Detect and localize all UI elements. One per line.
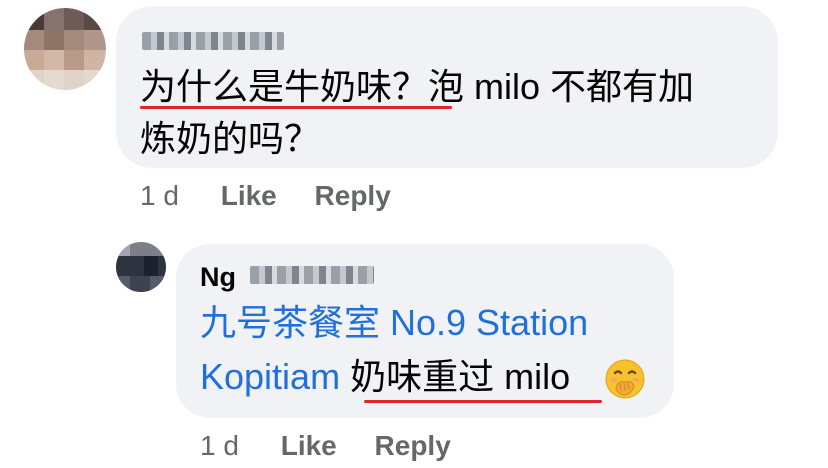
page-mention-link[interactable]: Kopitiam [200, 356, 340, 397]
avatar-pixel [24, 8, 44, 30]
avatar-pixel [84, 8, 106, 30]
comment-text-line: 炼奶的吗？ [140, 118, 321, 159]
comment-text-line: 九号茶餐室 No.9 Station [200, 296, 588, 350]
red-underline-annotation [140, 106, 452, 109]
comment-text: 泡 milo 不都有加 [428, 66, 695, 107]
avatar-pixel [116, 242, 130, 256]
comment-text-line: Kopitiam 奶味重过 milo [200, 350, 570, 404]
red-underline-annotation [364, 400, 602, 403]
comment-text-underlined: 为什么是牛奶味？ [140, 66, 429, 107]
comment-actions: 1 d Like Reply [140, 180, 421, 212]
reply-button[interactable]: Reply [315, 180, 391, 212]
author-name-blurred[interactable] [142, 32, 284, 50]
author-name-blurred[interactable] [250, 266, 374, 284]
page-mention-link[interactable]: 九号茶餐室 No.9 Station [200, 302, 588, 343]
avatar-pixel [144, 256, 158, 276]
avatar-pixel [130, 276, 150, 292]
face-with-hand-over-mouth-icon [605, 359, 645, 399]
author-name[interactable]: Ng [200, 262, 236, 292]
comment-text-underlined: 奶味重过 milo [350, 356, 571, 397]
comment-timestamp[interactable]: 1 d [200, 430, 239, 462]
comment-actions: 1 d Like Reply [200, 430, 481, 462]
avatar-pixel [44, 30, 64, 50]
avatar-pixel [64, 50, 84, 70]
avatar[interactable] [116, 242, 166, 292]
like-button[interactable]: Like [281, 430, 337, 462]
like-button[interactable]: Like [221, 180, 277, 212]
reply-button[interactable]: Reply [375, 430, 451, 462]
comment-timestamp[interactable]: 1 d [140, 180, 179, 212]
avatar[interactable] [24, 8, 106, 90]
